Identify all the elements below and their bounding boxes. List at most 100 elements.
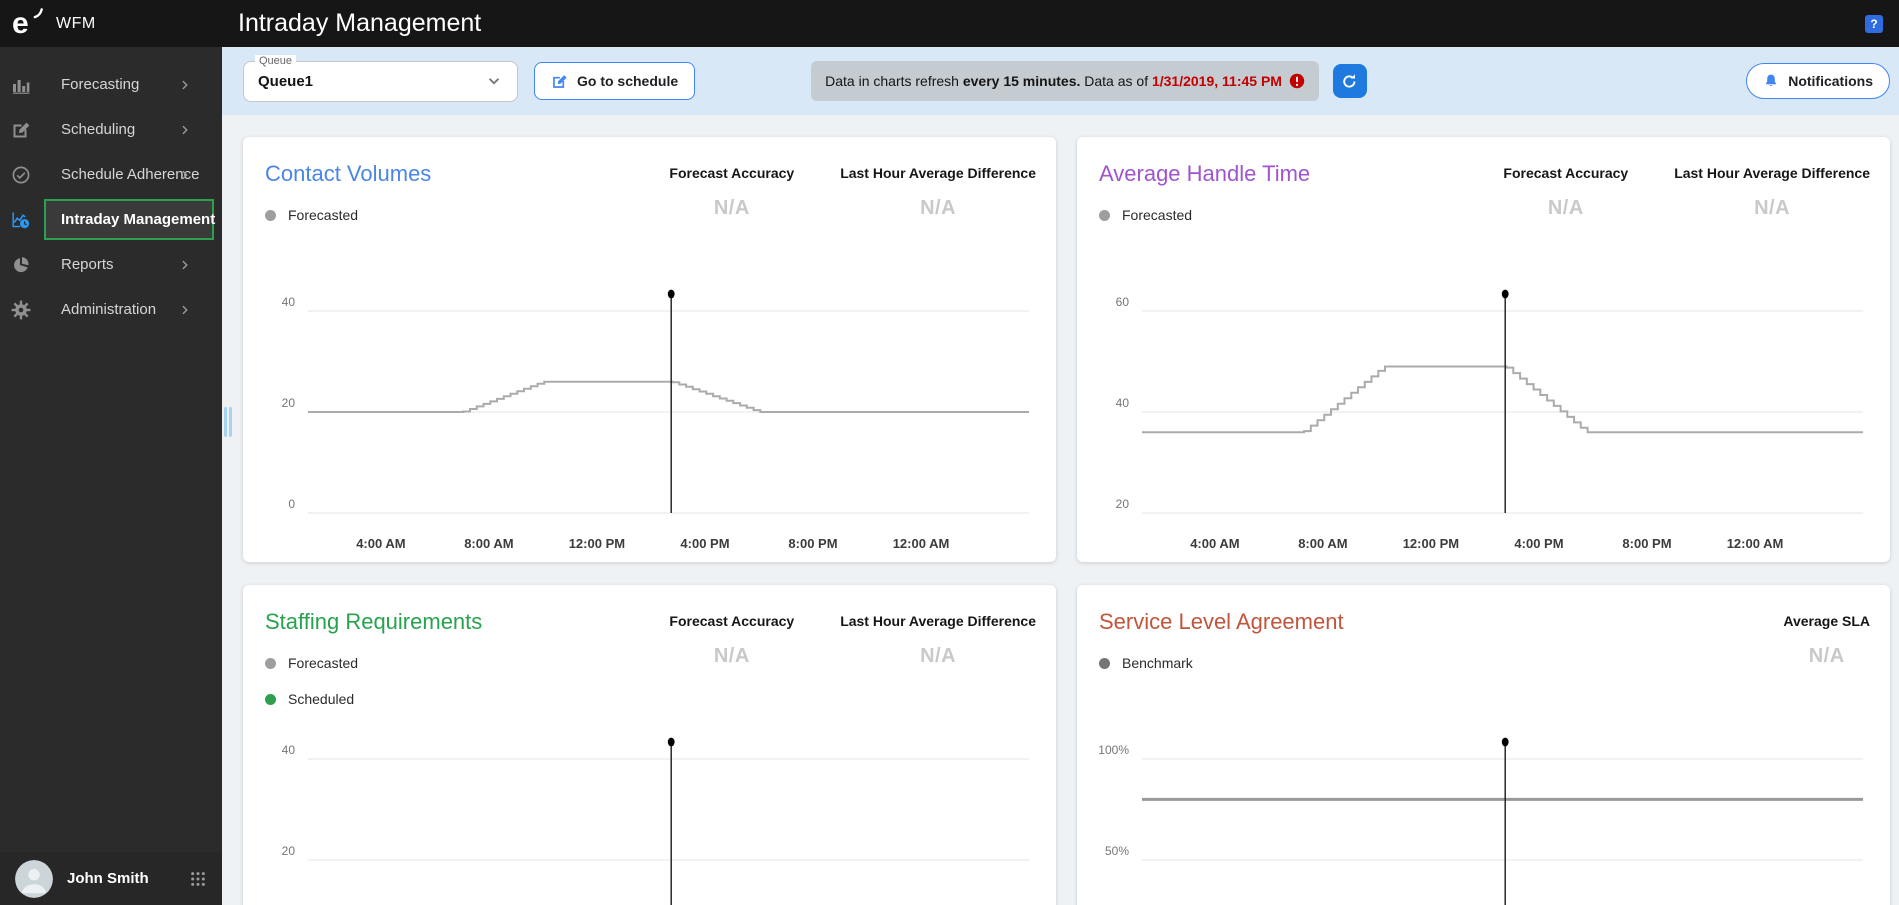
chart-card-service-level-agreement: Service Level Agreement Average SLA N/A Ben… bbox=[1077, 585, 1890, 905]
pie-chart-icon bbox=[11, 255, 31, 275]
legend-item: Forecasted bbox=[265, 205, 358, 225]
card-stats: Forecast Accuracy N/A Last Hour Average Di… bbox=[1503, 165, 1870, 220]
sidebar-nav: Forecasting Scheduling Schedule Adherence I… bbox=[0, 47, 222, 332]
sidebar-item-label: Forecasting bbox=[61, 76, 140, 93]
svg-text:40: 40 bbox=[282, 743, 296, 757]
stat-label: Forecast Accuracy bbox=[669, 613, 795, 629]
chart-grid: Contact Volumes Forecast Accuracy N/A Last … bbox=[222, 115, 1899, 905]
svg-text:12:00 PM: 12:00 PM bbox=[569, 536, 625, 551]
legend-dot-icon bbox=[1099, 209, 1110, 221]
svg-text:12:00 AM: 12:00 AM bbox=[1727, 536, 1784, 551]
go-to-schedule-button[interactable]: Go to schedule bbox=[534, 62, 696, 100]
sidebar-item-label: Reports bbox=[61, 256, 114, 273]
logo-accent-icon bbox=[33, 7, 43, 18]
intraday-icon bbox=[11, 210, 31, 230]
card-title: Staffing Requirements bbox=[265, 609, 483, 634]
product-name: WFM bbox=[56, 14, 96, 32]
app-logo-icon: e bbox=[12, 7, 46, 41]
notifications-label: Notifications bbox=[1788, 73, 1873, 89]
notice-prefix: Data in charts refresh bbox=[825, 73, 963, 89]
gear-icon bbox=[11, 300, 31, 320]
edit-icon bbox=[11, 120, 31, 140]
sidebar-item-forecasting[interactable]: Forecasting bbox=[0, 62, 222, 107]
chevron-right-icon bbox=[182, 170, 188, 179]
stat: Forecast Accuracy N/A bbox=[1503, 165, 1628, 220]
svg-text:12:00 PM: 12:00 PM bbox=[1403, 536, 1459, 551]
user-name: John Smith bbox=[67, 870, 149, 887]
card-legend: Forecasted bbox=[1099, 205, 1192, 241]
sidebar-resize-handle[interactable] bbox=[224, 407, 232, 437]
stat-value: N/A bbox=[1547, 197, 1584, 219]
queue-select-value: Queue1 bbox=[258, 72, 314, 90]
legend-dot-icon bbox=[265, 657, 276, 669]
chart-card-staffing-requirements: Staffing Requirements Forecast Accuracy N/… bbox=[243, 585, 1056, 905]
edit-icon bbox=[553, 74, 567, 88]
sidebar-item-administration[interactable]: Administration bbox=[0, 287, 222, 332]
notice-middle: Data as of bbox=[1080, 73, 1152, 89]
stat-label: Average SLA bbox=[1783, 613, 1870, 629]
chevron-down-icon bbox=[488, 78, 500, 85]
notice-timestamp: 1/31/2019, 11:45 PM bbox=[1151, 73, 1282, 89]
chevron-right-icon bbox=[182, 305, 188, 314]
notice-interval: every 15 minutes. bbox=[962, 73, 1081, 89]
toolbar: Queue Queue1 Go to schedule Data in char… bbox=[222, 47, 1899, 115]
card-legend: Forecasted bbox=[265, 205, 358, 241]
notifications-button[interactable]: Notifications bbox=[1746, 63, 1890, 99]
sidebar-item-label: Intraday Management bbox=[61, 211, 216, 228]
avatar bbox=[15, 859, 53, 898]
chevron-right-icon bbox=[182, 125, 188, 134]
card-stats: Forecast Accuracy N/A Last Hour Average Di… bbox=[669, 165, 1036, 220]
check-circle-icon bbox=[11, 165, 31, 185]
main-area: Queue Queue1 Go to schedule Data in char… bbox=[222, 47, 1899, 905]
stat: Last Hour Average Difference N/A bbox=[1674, 165, 1870, 220]
app-grid-icon[interactable] bbox=[190, 871, 206, 887]
card-legend: Benchmark bbox=[1099, 653, 1193, 689]
error-icon bbox=[1289, 73, 1305, 89]
stat-value: N/A bbox=[1808, 645, 1845, 667]
help-icon[interactable]: ? bbox=[1865, 14, 1883, 33]
svg-text:8:00 PM: 8:00 PM bbox=[788, 536, 837, 551]
svg-text:4:00 AM: 4:00 AM bbox=[356, 536, 405, 551]
card-title: Contact Volumes bbox=[265, 161, 432, 186]
chart-plot: 20 40 60 4:00 AM 8:00 AM 12:00 PM 4:00 PM 8:00 … bbox=[1116, 289, 1863, 551]
refresh-icon bbox=[1343, 73, 1356, 88]
legend-label: Forecasted bbox=[288, 207, 359, 223]
svg-text:8:00 PM: 8:00 PM bbox=[1622, 536, 1671, 551]
sidebar-item-intraday-management[interactable]: Intraday Management bbox=[0, 197, 222, 242]
sidebar-item-label: Administration bbox=[61, 301, 157, 318]
svg-text:50%: 50% bbox=[1105, 844, 1129, 858]
queue-select[interactable]: Queue Queue1 bbox=[243, 54, 518, 102]
bar-chart-icon bbox=[11, 75, 31, 95]
card-stats: Forecast Accuracy N/A Last Hour Average Di… bbox=[669, 613, 1036, 668]
legend-label: Benchmark bbox=[1122, 655, 1193, 671]
queue-select-label: Queue bbox=[255, 54, 297, 67]
chart-card-average-handle-time: Average Handle Time Forecast Accuracy N/A L… bbox=[1077, 137, 1890, 562]
refresh-button[interactable] bbox=[1332, 64, 1367, 98]
stat-value: N/A bbox=[1754, 197, 1791, 219]
stat-label: Last Hour Average Difference bbox=[840, 613, 1036, 629]
card-legend: Forecasted Scheduled bbox=[265, 653, 358, 725]
legend-label: Scheduled bbox=[288, 691, 355, 707]
page-title: Intraday Management bbox=[238, 9, 482, 37]
legend-item: Scheduled bbox=[265, 689, 358, 709]
chart-plot: 20404:00 AM8:00 AM12:00 PM4:00 PM8:00 PM… bbox=[282, 737, 1029, 905]
sidebar-item-label: Scheduling bbox=[61, 121, 136, 138]
sidebar-item-reports[interactable]: Reports bbox=[0, 242, 222, 287]
brand: e WFM bbox=[0, 7, 222, 41]
user-row[interactable]: John Smith bbox=[0, 852, 222, 905]
stat-label: Last Hour Average Difference bbox=[840, 165, 1036, 181]
chart-plot: 0 20 40 4:00 AM 8:00 AM 12:00 PM 4:00 PM 8:00 P… bbox=[282, 289, 1029, 551]
legend-dot-icon bbox=[265, 693, 276, 705]
stat-value: N/A bbox=[920, 197, 957, 219]
legend-item: Forecasted bbox=[1099, 205, 1192, 225]
top-bar: e WFM Intraday Management ? bbox=[0, 0, 1899, 47]
bell-icon bbox=[1766, 74, 1777, 87]
sidebar-item-schedule-adherence[interactable]: Schedule Adherence bbox=[0, 152, 222, 197]
sidebar: Forecasting Scheduling Schedule Adherence I… bbox=[0, 47, 222, 905]
card-stats: Average SLA N/A bbox=[1783, 613, 1870, 668]
stat: Last Hour Average Difference N/A bbox=[840, 165, 1036, 220]
stat-label: Last Hour Average Difference bbox=[1674, 165, 1870, 181]
go-to-schedule-label: Go to schedule bbox=[577, 73, 679, 89]
stat-label: Forecast Accuracy bbox=[669, 165, 795, 181]
sidebar-item-scheduling[interactable]: Scheduling bbox=[0, 107, 222, 152]
